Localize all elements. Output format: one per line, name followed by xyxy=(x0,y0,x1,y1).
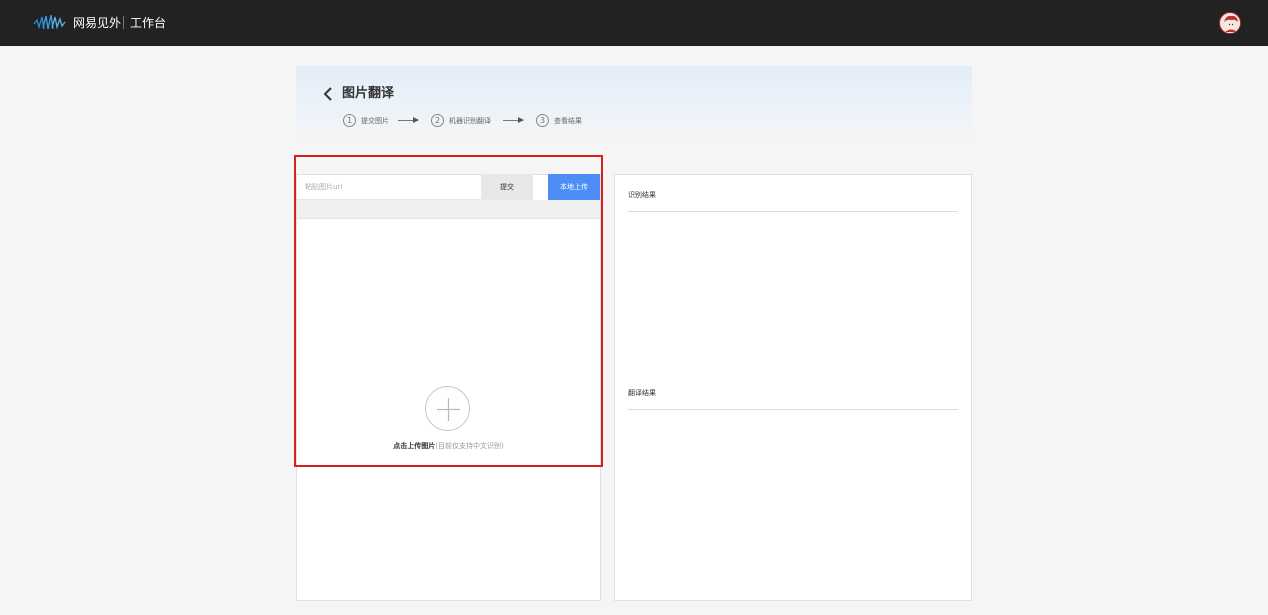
upload-image-button[interactable] xyxy=(425,386,470,431)
wave-logo-icon[interactable] xyxy=(33,14,67,31)
step-number: 2 xyxy=(431,114,444,127)
translation-result-label: 翻译结果 xyxy=(628,389,656,397)
arrow-right-icon xyxy=(518,117,524,123)
step-number: 1 xyxy=(343,114,356,127)
divider xyxy=(628,211,958,212)
brand-name[interactable]: 网易见外 xyxy=(73,15,121,31)
submit-button[interactable]: 提交 xyxy=(481,174,533,200)
toolbar-strip xyxy=(297,200,600,219)
local-upload-button[interactable]: 本地上传 xyxy=(548,174,600,200)
divider xyxy=(628,409,958,410)
recognition-result-label: 识别结果 xyxy=(628,191,656,199)
step-label: 查看结果 xyxy=(554,117,582,125)
step-label: 提交图片 xyxy=(361,117,389,125)
upload-hint[interactable]: 点击上传图片(目前仅支持中文识别) xyxy=(297,440,600,452)
user-avatar-icon[interactable] xyxy=(1219,12,1241,34)
upload-hint-note: (目前仅支持中文识别) xyxy=(435,442,504,450)
workbench-link[interactable]: 工作台 xyxy=(130,15,166,31)
plus-icon xyxy=(437,398,460,421)
page-title: 图片翻译 xyxy=(342,86,395,101)
image-url-input[interactable] xyxy=(297,175,481,200)
top-bar xyxy=(0,0,1268,46)
upload-hint-label: 点击上传图片 xyxy=(393,442,436,450)
chevron-left-icon[interactable] xyxy=(322,87,334,101)
result-panel xyxy=(614,174,972,601)
header-card xyxy=(296,66,972,142)
brand-separator xyxy=(123,16,124,29)
arrow-right-icon xyxy=(413,117,419,123)
step-label: 机器识别翻译 xyxy=(449,117,491,125)
step-number: 3 xyxy=(536,114,549,127)
